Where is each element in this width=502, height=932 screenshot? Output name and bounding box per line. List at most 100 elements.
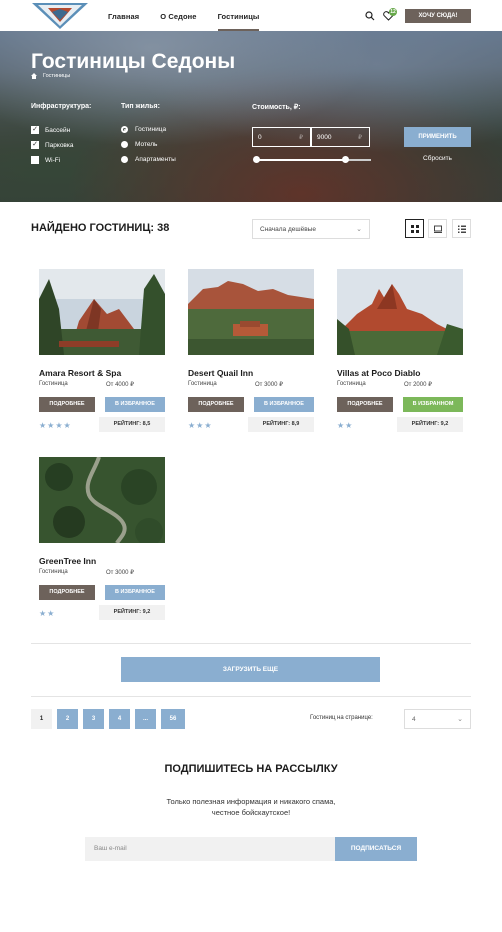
slider-handle-max[interactable]	[342, 156, 349, 163]
nav-hotels[interactable]: Гостиницы	[217, 0, 260, 31]
nav-home[interactable]: Главная	[108, 0, 139, 31]
check-icon: ✓	[31, 126, 39, 134]
logo[interactable]	[30, 0, 90, 31]
favorite-button[interactable]: В ИЗБРАННОЕ	[105, 585, 165, 600]
favorite-button[interactable]: В ИЗБРАННОМ	[403, 397, 463, 412]
single-card-icon	[433, 225, 442, 233]
want-here-button[interactable]: ХОЧУ СЮДА!	[405, 9, 471, 23]
details-button[interactable]: ПОДРОБНЕЕ	[39, 585, 95, 600]
hotel-price: От 3000 ₽	[106, 570, 134, 576]
slider-fill	[254, 159, 345, 161]
checkbox-empty	[31, 156, 39, 164]
checkbox-label: Парковка	[45, 141, 74, 149]
price-max-value: 9000	[317, 134, 332, 141]
favorites-badge: 12	[389, 8, 397, 16]
page-56[interactable]: 56	[161, 709, 185, 729]
sort-value: Сначала дешёвые	[260, 226, 316, 233]
hero-filter-section: Гостиницы Седоны Гостиницы Инфраструктур…	[0, 31, 502, 202]
page-1[interactable]: 1	[31, 709, 52, 729]
checkbox-wifi[interactable]: Wi-Fi	[31, 156, 60, 164]
checkbox-pool[interactable]: ✓ Бассейн	[31, 126, 70, 134]
price-max-input[interactable]: 9000 ₽	[311, 127, 370, 147]
hotel-name[interactable]: Amara Resort & Spa	[39, 368, 165, 380]
hotel-name[interactable]: GreenTree Inn	[39, 556, 165, 568]
hotel-card: GreenTree Inn Гостиница От 3000 ₽ ПОДРОБ…	[39, 456, 165, 622]
hotel-card: Desert Quail Inn Гостиница От 3000 ₽ ПОД…	[188, 269, 314, 434]
currency-sign: ₽	[299, 135, 303, 141]
subscribe-button[interactable]: ПОДПИСАТЬСЯ	[335, 837, 417, 861]
main-nav: Главная О Седоне Гостиницы	[108, 0, 280, 31]
details-button[interactable]: ПОДРОБНЕЕ	[39, 397, 95, 412]
hotel-price: От 4000 ₽	[106, 382, 134, 388]
type-label: Тип жилья:	[121, 103, 160, 110]
subscribe-text: Только полезная информация и никакого сп…	[0, 796, 502, 818]
hotel-photo[interactable]	[39, 269, 165, 355]
page-3[interactable]: 3	[83, 709, 104, 729]
rating-badge: РЕЙТИНГ: 9,2	[397, 417, 463, 432]
star-rating: ★★	[39, 609, 56, 618]
per-page-value: 4	[412, 716, 416, 723]
hotel-photo[interactable]	[337, 269, 463, 355]
nav-about[interactable]: О Седоне	[160, 0, 196, 31]
price-slider[interactable]	[253, 156, 371, 163]
hotel-type: Гостиница	[39, 381, 68, 387]
list-view-button[interactable]	[452, 219, 471, 238]
divider	[31, 643, 471, 644]
hotel-price: От 3000 ₽	[255, 382, 283, 388]
hotel-name[interactable]: Villas at Poco Diablo	[337, 368, 463, 380]
hotel-name[interactable]: Desert Quail Inn	[188, 368, 314, 380]
hotel-card: Amara Resort & Spa Гостиница От 4000 ₽ П…	[39, 269, 165, 434]
favorite-button[interactable]: В ИЗБРАННОЕ	[105, 397, 165, 412]
radio-label: Мотель	[135, 141, 158, 148]
email-input[interactable]: Ваш e-mail	[85, 837, 335, 861]
check-icon: ✓	[31, 141, 39, 149]
price-min-input[interactable]: 0 ₽	[252, 127, 311, 147]
details-button[interactable]: ПОДРОБНЕЕ	[188, 397, 244, 412]
sort-select[interactable]: Сначала дешёвые ⌄	[252, 219, 370, 239]
page-title: Гостиницы Седоны	[31, 50, 236, 73]
slider-handle-min[interactable]	[253, 156, 260, 163]
radio-empty	[121, 156, 128, 163]
page-4[interactable]: 4	[109, 709, 130, 729]
star-rating: ★★	[337, 421, 354, 430]
chevron-down-icon: ⌄	[457, 716, 463, 723]
apply-button[interactable]: ПРИМЕНИТЬ	[404, 127, 471, 147]
subscribe-title: ПОДПИШИТЕСЬ НА РАССЫЛКУ	[164, 763, 338, 775]
search-icon[interactable]	[365, 11, 375, 21]
breadcrumb-current: Гостиницы	[43, 73, 71, 79]
favorite-button[interactable]: В ИЗБРАННОЕ	[254, 397, 314, 412]
breadcrumb: Гостиницы	[31, 73, 70, 79]
site-header: Главная О Седоне Гостиницы 12 ХОЧУ СЮДА!	[0, 0, 502, 31]
page-2[interactable]: 2	[57, 709, 78, 729]
infrastructure-label: Инфраструктура:	[31, 103, 92, 110]
checkbox-label: Бассейн	[45, 126, 71, 134]
subscribe-text-line-2: честное бойскаутское!	[211, 808, 291, 817]
chevron-down-icon: ⌄	[356, 226, 362, 233]
hotel-photo[interactable]	[39, 456, 165, 546]
reset-link[interactable]: Сбросить	[404, 155, 471, 162]
card-view-button[interactable]	[428, 219, 447, 238]
price-label: Стоимость, ₽:	[252, 104, 301, 111]
hotel-type: Гостиница	[39, 569, 68, 575]
per-page-select[interactable]: 4 ⌄	[404, 709, 471, 729]
radio-apartments[interactable]: Апартаменты	[121, 156, 176, 163]
radio-selected	[121, 126, 128, 133]
per-page-label: Гостиниц на странице:	[310, 715, 373, 721]
list-icon	[457, 225, 466, 233]
radio-motel[interactable]: Мотель	[121, 141, 157, 148]
hotel-photo[interactable]	[188, 269, 314, 355]
load-more-button[interactable]: ЗАГРУЗИТЬ ЕЩЕ	[121, 657, 380, 682]
checkbox-label: Wi-Fi	[45, 156, 61, 164]
radio-label: Апартаменты	[135, 156, 176, 163]
radio-hotel[interactable]: Гостиница	[121, 126, 166, 133]
radio-empty	[121, 141, 128, 148]
checkbox-parking[interactable]: ✓ Парковка	[31, 141, 74, 149]
hotel-type: Гостиница	[337, 381, 366, 387]
hotel-card: Villas at Poco Diablo Гостиница От 2000 …	[337, 269, 463, 434]
details-button[interactable]: ПОДРОБНЕЕ	[337, 397, 393, 412]
rating-badge: РЕЙТИНГ: 8,5	[99, 417, 165, 432]
hotel-price: От 2000 ₽	[404, 382, 432, 388]
grid-view-button[interactable]	[405, 219, 424, 238]
home-icon[interactable]	[31, 73, 37, 79]
page-ellipsis[interactable]: ...	[135, 709, 156, 729]
